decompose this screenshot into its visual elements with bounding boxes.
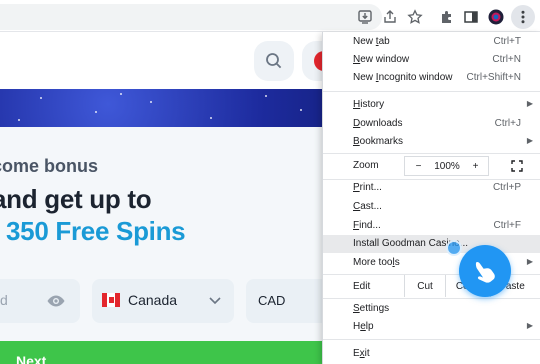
currency-select[interactable]: CAD [246, 279, 330, 323]
bookmark-star-icon[interactable] [406, 8, 424, 26]
menu-item-print[interactable]: Print... Ctrl+P [323, 179, 540, 197]
menu-item-cast[interactable]: Cast... [323, 198, 540, 216]
headline-spins: 350 Free Spins [6, 216, 186, 246]
next-button-label: Next [16, 353, 47, 364]
menu-item-new-incognito[interactable]: New Incognito window Ctrl+Shift+N [323, 69, 540, 87]
submenu-arrow-icon: ▶ [526, 99, 533, 108]
search-icon [266, 53, 282, 69]
eye-icon[interactable] [46, 291, 66, 311]
welcome-bonus-text: come bonus [0, 156, 99, 176]
menu-item-new-tab[interactable]: New tab Ctrl+T [323, 33, 540, 51]
menu-item-history[interactable]: History ▶ [323, 96, 540, 114]
zoom-row: Zoom − 100% + [323, 154, 540, 178]
click-indicator [446, 240, 462, 256]
menu-item-install-app[interactable]: Install Goodman Casino... [323, 235, 540, 253]
password-field[interactable]: d [0, 279, 80, 323]
profile-icon[interactable] [487, 8, 505, 26]
menu-item-bookmarks[interactable]: Bookmarks ▶ [323, 133, 540, 151]
canada-flag-icon [102, 293, 120, 307]
zoom-in-button[interactable]: + [463, 156, 489, 176]
menu-item-new-window[interactable]: New window Ctrl+N [323, 51, 540, 69]
fullscreen-icon[interactable] [503, 156, 531, 176]
menu-item-help[interactable]: Help ▶ [323, 318, 540, 336]
edit-label: Edit [353, 281, 371, 292]
zoom-label: Zoom [353, 160, 379, 171]
headline: and get up to [0, 184, 152, 214]
menu-item-downloads[interactable]: Downloads Ctrl+J [323, 115, 540, 133]
zoom-level: 100% [431, 156, 463, 176]
submenu-arrow-icon: ▶ [526, 321, 533, 330]
share-icon[interactable] [381, 8, 399, 26]
password-placeholder: d [0, 292, 8, 308]
more-menu-icon[interactable] [511, 5, 535, 29]
extensions-icon[interactable] [438, 8, 456, 26]
menu-item-exit[interactable]: Exit [323, 345, 540, 363]
country-select[interactable]: Canada [92, 279, 234, 323]
cut-button[interactable]: Cut [404, 275, 446, 297]
install-app-icon[interactable] [356, 8, 374, 26]
chevron-down-icon [209, 297, 221, 305]
chrome-main-menu: New tab Ctrl+T New window Ctrl+N New Incog… [322, 32, 540, 364]
hand-pointer-icon [459, 245, 511, 297]
search-button[interactable] [254, 41, 294, 81]
submenu-arrow-icon: ▶ [526, 136, 533, 145]
next-button[interactable]: Next [0, 341, 330, 364]
menu-item-settings[interactable]: Settings [323, 300, 540, 318]
menu-item-find[interactable]: Find... Ctrl+F [323, 217, 540, 235]
country-label: Canada [128, 292, 178, 308]
address-bar[interactable] [0, 4, 382, 30]
browser-toolbar [0, 0, 540, 32]
submenu-arrow-icon: ▶ [526, 257, 533, 266]
zoom-out-button[interactable]: − [404, 156, 432, 176]
side-panel-icon[interactable] [462, 8, 480, 26]
currency-label: CAD [258, 293, 286, 308]
